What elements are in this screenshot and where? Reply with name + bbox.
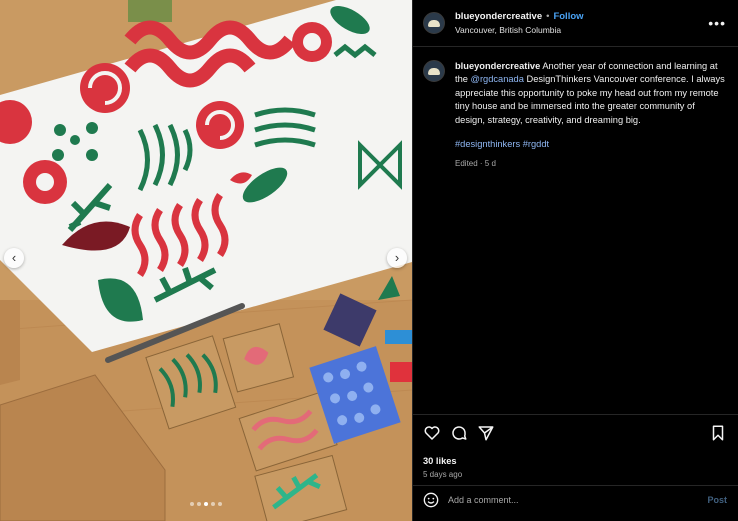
hashtags: #designthinkers #rgddt [455,138,726,151]
emoji-icon[interactable] [423,492,439,508]
likes-count[interactable]: 30 likes [423,456,727,466]
carousel-dot [197,502,201,506]
carousel-dot [218,502,222,506]
location-link[interactable]: Vancouver, British Columbia [455,25,708,35]
share-icon[interactable] [477,424,495,442]
post-details-panel: blueyondercreative • Follow Vancouver, B… [412,0,738,521]
post-media[interactable]: ‹ › [0,0,412,521]
header-text: blueyondercreative • Follow Vancouver, B… [455,11,708,35]
more-options-icon[interactable]: ••• [708,15,726,31]
previous-slide-button[interactable]: ‹ [4,248,24,268]
carousel-dot [190,502,194,506]
username-link[interactable]: blueyondercreative [455,11,542,22]
logo-icon [428,19,440,27]
bookmark-icon[interactable] [709,424,727,442]
caption-text: blueyondercreative Another year of conne… [455,60,726,127]
avatar[interactable] [423,60,445,82]
comment-bar: Post [413,485,738,513]
post-comment-button[interactable]: Post [707,495,727,505]
actions-area: 30 likes 5 days ago [413,414,738,479]
mention-link[interactable]: @rgdcanada [471,74,524,84]
post-timestamp: 5 days ago [423,470,463,479]
avatar[interactable] [423,12,445,34]
post-photo [0,0,412,521]
carousel-dot-active [204,502,208,506]
carousel-dot [211,502,215,506]
header-title-row: blueyondercreative • Follow [455,11,708,22]
caption-username[interactable]: blueyondercreative [455,61,540,71]
post-header: blueyondercreative • Follow Vancouver, B… [413,0,738,47]
carousel-indicator [190,502,222,506]
comment-icon[interactable] [450,424,468,442]
next-slide-button[interactable]: › [387,248,407,268]
edited-timestamp: Edited · 5 d [455,159,496,169]
caption-body: blueyondercreative Another year of conne… [445,60,726,171]
caption-block: blueyondercreative Another year of conne… [413,47,738,171]
follow-button[interactable]: Follow [553,11,583,22]
action-bar [423,424,727,442]
separator-dot: • [546,11,550,22]
hashtag-link[interactable]: #designthinkers [455,139,520,149]
heart-icon[interactable] [423,424,441,442]
hashtag-link[interactable]: #rgddt [523,139,549,149]
comment-input[interactable] [448,494,708,505]
logo-icon [428,67,440,75]
